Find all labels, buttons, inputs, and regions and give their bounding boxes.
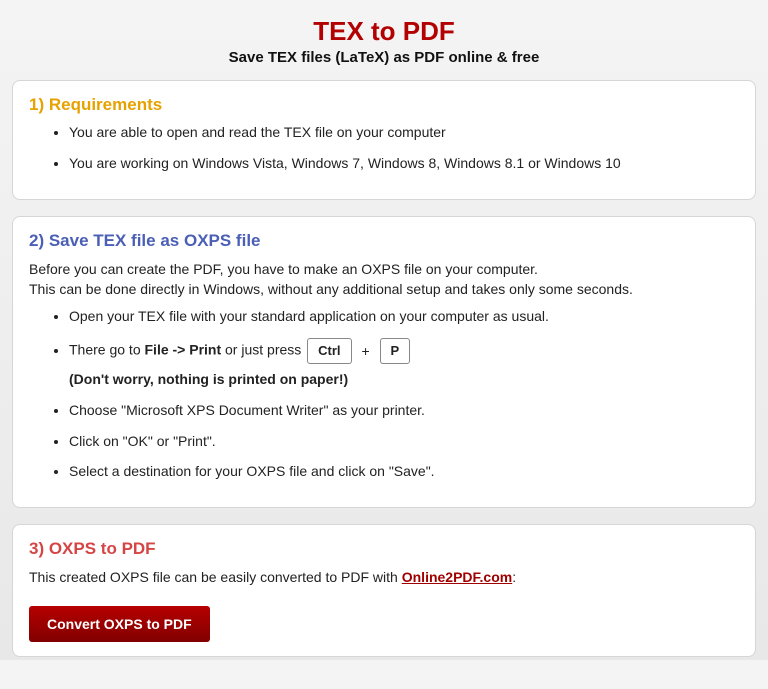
save-oxps-card: 2) Save TEX file as OXPS file Before you… [12,216,756,509]
oxps-to-pdf-heading: 3) OXPS to PDF [29,539,739,559]
save-oxps-heading: 2) Save TEX file as OXPS file [29,231,739,251]
menu-path: File -> Print [145,342,222,358]
online2pdf-link[interactable]: Online2PDF.com [402,569,512,585]
list-item: There go to File -> Print or just press … [69,338,739,388]
step-text: There go to [69,342,145,358]
convert-text-before: This created OXPS file can be easily con… [29,569,402,585]
convert-text-after: : [512,569,516,585]
list-item: Click on "OK" or "Print". [69,432,739,451]
intro-line-1: Before you can create the PDF, you have … [29,261,538,277]
requirements-list: You are able to open and read the TEX fi… [29,123,739,173]
convert-text: This created OXPS file can be easily con… [29,567,739,587]
step-text: or just press [221,342,305,358]
requirements-card: 1) Requirements You are able to open and… [12,80,756,200]
list-item: You are working on Windows Vista, Window… [69,154,739,173]
plus-sign: + [357,342,373,361]
oxps-to-pdf-card: 3) OXPS to PDF This created OXPS file ca… [12,524,756,656]
steps-list: Open your TEX file with your standard ap… [29,307,739,481]
list-item: You are able to open and read the TEX fi… [69,123,739,142]
print-note: (Don't worry, nothing is printed on pape… [69,370,739,389]
intro-text: Before you can create the PDF, you have … [29,259,739,300]
list-item: Choose "Microsoft XPS Document Writer" a… [69,401,739,420]
page-subtitle: Save TEX files (LaTeX) as PDF online & f… [12,49,756,66]
intro-line-2: This can be done directly in Windows, wi… [29,281,633,297]
page-title: TEX to PDF [12,16,756,47]
requirements-heading: 1) Requirements [29,95,739,115]
list-item: Select a destination for your OXPS file … [69,462,739,481]
list-item: Open your TEX file with your standard ap… [69,307,739,326]
convert-button[interactable]: Convert OXPS to PDF [29,606,210,642]
keyboard-key-p: P [380,338,411,364]
keyboard-key-ctrl: Ctrl [307,338,351,364]
